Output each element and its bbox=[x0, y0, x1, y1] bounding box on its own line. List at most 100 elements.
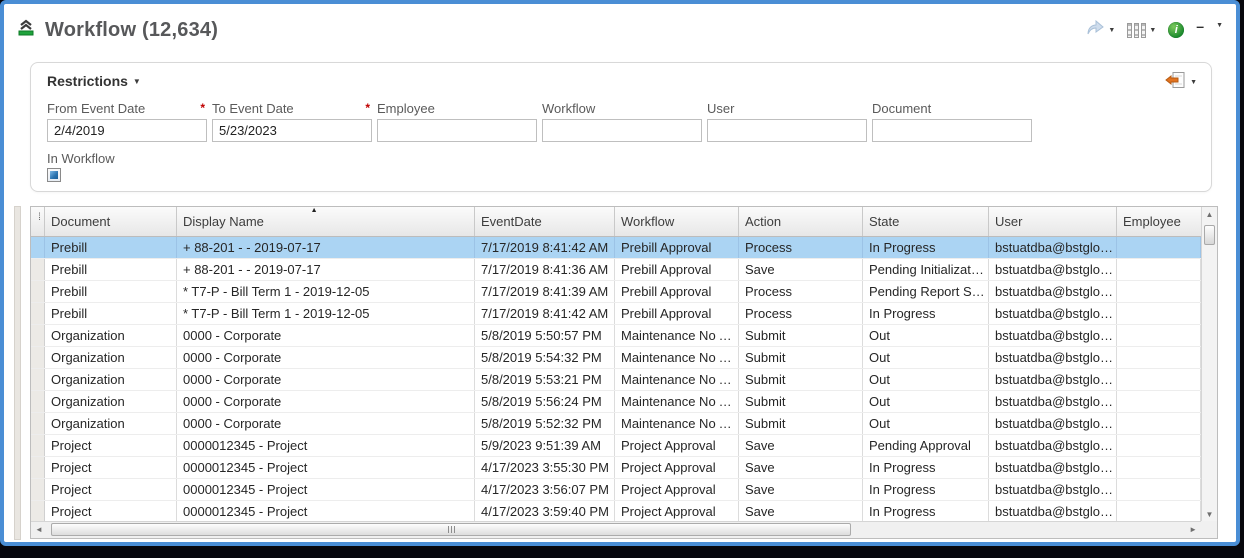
vertical-scrollbar[interactable]: ▲ ▼ bbox=[1201, 207, 1217, 521]
row-selector-cell[interactable] bbox=[31, 347, 45, 368]
cell-display-name: 0000 - Corporate bbox=[177, 413, 475, 434]
cell-action: Submit bbox=[739, 369, 863, 390]
column-header-state[interactable]: State bbox=[863, 207, 989, 236]
cell-action: Submit bbox=[739, 413, 863, 434]
row-selector-cell[interactable] bbox=[31, 303, 45, 324]
table-row[interactable]: Project0000012345 - Project4/17/2023 3:5… bbox=[31, 501, 1201, 523]
table-row[interactable]: Prebill+ 88-201 - - 2019-07-177/17/2019 … bbox=[31, 237, 1201, 259]
row-selector-cell[interactable] bbox=[31, 413, 45, 434]
cell-eventdate: 5/8/2019 5:50:57 PM bbox=[475, 325, 615, 346]
grid-body: Prebill+ 88-201 - - 2019-07-177/17/2019 … bbox=[31, 237, 1201, 523]
row-selector-cell[interactable] bbox=[31, 369, 45, 390]
title-bar: Workflow (12,634) ▼ ▼ i – ▼ bbox=[18, 12, 1226, 48]
table-row[interactable]: Project0000012345 - Project4/17/2023 3:5… bbox=[31, 479, 1201, 501]
table-row[interactable]: Prebill+ 88-201 - - 2019-07-177/17/2019 … bbox=[31, 259, 1201, 281]
left-splitter[interactable] bbox=[14, 206, 21, 540]
field-workflow: Workflow bbox=[542, 101, 702, 142]
info-button[interactable]: i bbox=[1165, 20, 1187, 40]
horizontal-scrollbar[interactable]: ◄ ► bbox=[31, 521, 1201, 538]
window-menu-button[interactable]: ▼ bbox=[1213, 28, 1226, 32]
cell-user: bstuatdba@bstglob... bbox=[989, 325, 1117, 346]
column-header-label: Employee bbox=[1123, 214, 1181, 229]
row-selector-cell[interactable] bbox=[31, 479, 45, 500]
cell-action: Submit bbox=[739, 325, 863, 346]
scroll-left-icon[interactable]: ◄ bbox=[35, 525, 43, 534]
from-event-date-input[interactable] bbox=[47, 119, 207, 142]
restrictions-title: Restrictions bbox=[47, 73, 128, 89]
row-selector-cell[interactable] bbox=[31, 259, 45, 280]
table-row[interactable]: Prebill* T7-P - Bill Term 1 - 2019-12-05… bbox=[31, 281, 1201, 303]
cell-workflow: Prebill Approval bbox=[615, 259, 739, 280]
row-selector-cell[interactable] bbox=[31, 325, 45, 346]
table-row[interactable]: Organization0000 - Corporate5/8/2019 5:5… bbox=[31, 369, 1201, 391]
cell-display-name: 0000012345 - Project bbox=[177, 479, 475, 500]
export-file-icon bbox=[1165, 71, 1186, 94]
table-row[interactable]: Organization0000 - Corporate5/8/2019 5:5… bbox=[31, 391, 1201, 413]
cell-state: Out bbox=[863, 391, 989, 412]
column-header-action[interactable]: Action bbox=[739, 207, 863, 236]
cell-user: bstuatdba@bstglob... bbox=[989, 237, 1117, 258]
user-input[interactable] bbox=[707, 119, 867, 142]
scroll-up-icon[interactable]: ▲ bbox=[1202, 210, 1217, 219]
column-header-eventdate[interactable]: EventDate bbox=[475, 207, 615, 236]
scroll-down-icon[interactable]: ▼ bbox=[1202, 510, 1217, 519]
to-event-date-label: To Event Date bbox=[212, 101, 294, 119]
cell-user: bstuatdba@bstglob... bbox=[989, 413, 1117, 434]
row-selector-cell[interactable] bbox=[31, 391, 45, 412]
cell-document: Project bbox=[45, 457, 177, 478]
cell-workflow: Maintenance No Ap... bbox=[615, 391, 739, 412]
cell-display-name: 0000012345 - Project bbox=[177, 435, 475, 456]
cell-eventdate: 4/17/2023 3:59:40 PM bbox=[475, 501, 615, 522]
cell-eventdate: 5/8/2019 5:56:24 PM bbox=[475, 391, 615, 412]
row-selector-cell[interactable] bbox=[31, 501, 45, 522]
cell-document: Project bbox=[45, 479, 177, 500]
table-row[interactable]: Organization0000 - Corporate5/8/2019 5:5… bbox=[31, 347, 1201, 369]
column-header-document[interactable]: Document bbox=[45, 207, 177, 236]
collapse-button[interactable]: – bbox=[1193, 27, 1207, 33]
cell-user: bstuatdba@bstglob... bbox=[989, 259, 1117, 280]
vertical-scroll-thumb[interactable] bbox=[1204, 225, 1215, 245]
row-selector-cell[interactable] bbox=[31, 435, 45, 456]
cell-user: bstuatdba@bstglob... bbox=[989, 347, 1117, 368]
column-header-user[interactable]: User bbox=[989, 207, 1117, 236]
employee-input[interactable] bbox=[377, 119, 537, 142]
cell-user: bstuatdba@bstglob... bbox=[989, 435, 1117, 456]
cell-display-name: 0000 - Corporate bbox=[177, 325, 475, 346]
cell-user: bstuatdba@bstglob... bbox=[989, 501, 1117, 522]
table-row[interactable]: Project0000012345 - Project4/17/2023 3:5… bbox=[31, 457, 1201, 479]
export-button[interactable]: ▼ bbox=[1165, 71, 1197, 94]
table-row[interactable]: Organization0000 - Corporate5/8/2019 5:5… bbox=[31, 325, 1201, 347]
field-employee: Employee bbox=[377, 101, 537, 142]
row-selector-cell[interactable] bbox=[31, 281, 45, 302]
column-chooser-button[interactable]: ▼ bbox=[1124, 21, 1159, 40]
table-row[interactable]: Prebill* T7-P - Bill Term 1 - 2019-12-05… bbox=[31, 303, 1201, 325]
cell-state: Out bbox=[863, 347, 989, 368]
column-header-workflow[interactable]: Workflow bbox=[615, 207, 739, 236]
table-row[interactable]: Project0000012345 - Project5/9/2023 9:51… bbox=[31, 435, 1201, 457]
cell-workflow: Maintenance No Ap... bbox=[615, 413, 739, 434]
cell-employee bbox=[1117, 237, 1201, 258]
scroll-right-icon[interactable]: ► bbox=[1189, 525, 1197, 534]
cell-document: Project bbox=[45, 501, 177, 522]
workflow-input[interactable] bbox=[542, 119, 702, 142]
row-selector-cell[interactable] bbox=[31, 237, 45, 258]
cell-user: bstuatdba@bstglob... bbox=[989, 303, 1117, 324]
cell-state: In Progress bbox=[863, 237, 989, 258]
restrictions-header[interactable]: Restrictions ▼ bbox=[47, 73, 141, 89]
cell-action: Save bbox=[739, 501, 863, 522]
to-event-date-input[interactable] bbox=[212, 119, 372, 142]
table-row[interactable]: Organization0000 - Corporate5/8/2019 5:5… bbox=[31, 413, 1201, 435]
document-input[interactable] bbox=[872, 119, 1032, 142]
in-workflow-checkbox[interactable] bbox=[47, 168, 61, 182]
user-label: User bbox=[707, 101, 734, 119]
share-button[interactable]: ▼ bbox=[1082, 18, 1118, 43]
cell-display-name: 0000012345 - Project bbox=[177, 501, 475, 522]
cell-display-name: * T7-P - Bill Term 1 - 2019-12-05 bbox=[177, 281, 475, 302]
column-header-display-name[interactable]: Display Name▲ bbox=[177, 207, 475, 236]
chevron-down-icon: ▼ bbox=[1190, 79, 1197, 86]
workflow-app-icon bbox=[18, 19, 37, 41]
row-selector-cell[interactable] bbox=[31, 457, 45, 478]
cell-action: Process bbox=[739, 281, 863, 302]
horizontal-scroll-thumb[interactable] bbox=[51, 523, 851, 536]
cell-eventdate: 7/17/2019 8:41:42 AM bbox=[475, 237, 615, 258]
